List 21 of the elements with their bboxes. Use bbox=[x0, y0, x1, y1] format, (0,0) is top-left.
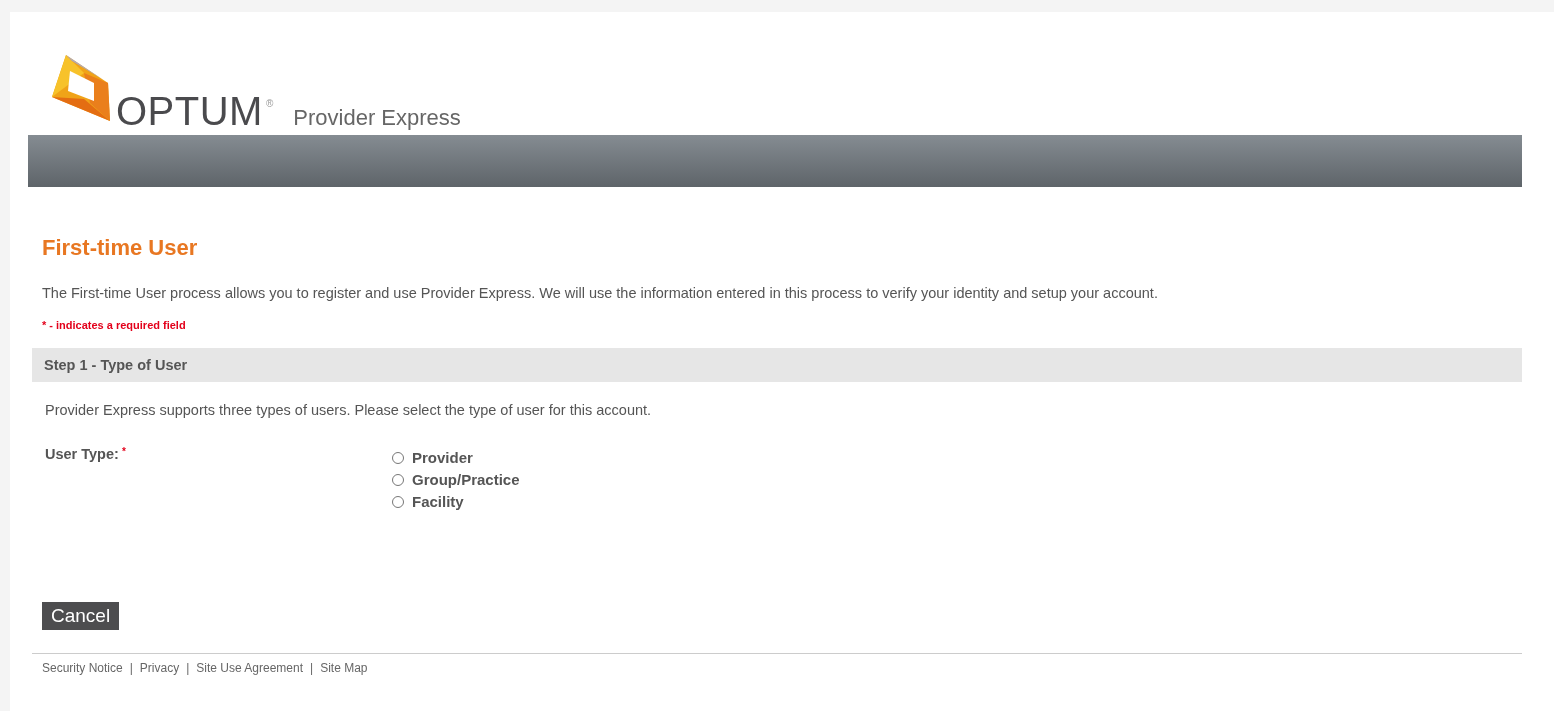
radio-option[interactable]: Group/Practice bbox=[392, 471, 520, 488]
radio-option[interactable]: Facility bbox=[392, 493, 520, 510]
radio-option[interactable]: Provider bbox=[392, 449, 520, 466]
separator: | bbox=[310, 661, 314, 675]
footer-link[interactable]: Site Use Agreement bbox=[196, 661, 304, 675]
trademark-mark: ® bbox=[265, 98, 274, 109]
step-description: Provider Express supports three types of users. Please select the type of user for this account. bbox=[45, 402, 653, 418]
field-label: User Type: bbox=[45, 446, 119, 462]
page-title: First-time User bbox=[42, 235, 199, 261]
separator: | bbox=[186, 661, 190, 675]
footer-link[interactable]: Security Notice bbox=[42, 661, 123, 675]
brand-logo: OPTUM bbox=[116, 91, 263, 131]
intro-text: The First-time User process allows you to register and use Provider Express. We will use the information entered in this process to verify your identity and setup your account. bbox=[42, 285, 1159, 301]
cancel-button[interactable]: Cancel bbox=[42, 602, 120, 630]
product-name: Provider Express bbox=[293, 105, 461, 131]
footer-link[interactable]: Privacy bbox=[139, 661, 180, 675]
required-mark: * bbox=[121, 446, 126, 457]
required-note: * - indicates a required field bbox=[42, 319, 187, 331]
footer-link[interactable]: Site Map bbox=[320, 661, 368, 675]
separator: | bbox=[129, 661, 133, 675]
step-header: Step 1 - Type of User bbox=[32, 348, 1522, 382]
